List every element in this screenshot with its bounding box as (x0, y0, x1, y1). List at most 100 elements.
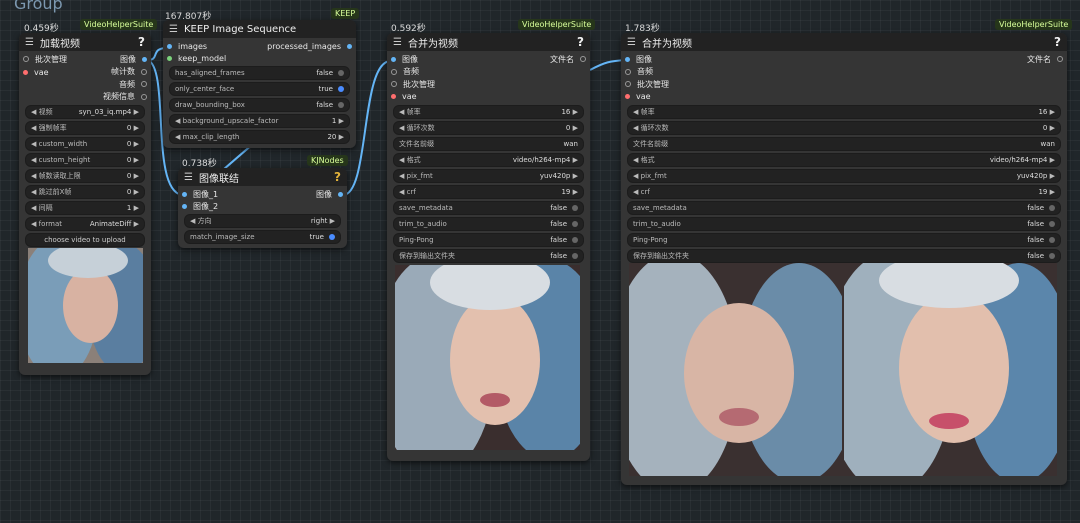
toggle-icon[interactable] (1049, 205, 1055, 211)
chevron-right-icon[interactable]: ▶ (1050, 172, 1055, 180)
input-slot-dot[interactable] (182, 204, 187, 210)
widget-crf[interactable]: ◀ crf 19 ▶ (627, 185, 1061, 199)
chevron-right-icon[interactable]: ▶ (134, 156, 139, 164)
output-slot-dot[interactable] (141, 93, 147, 100)
widget-loop-count[interactable]: ◀ 循环次数 0 ▶ (393, 121, 584, 135)
node-header[interactable]: ☰ 合并为视频 ? (621, 33, 1067, 51)
widget-ping-pong[interactable]: Ping-Pong false (627, 233, 1061, 247)
widget-filename-prefix[interactable]: 文件名前缀 wan (627, 137, 1061, 151)
widget-custom-height[interactable]: ◀ custom_height 0 ▶ (25, 153, 145, 167)
input-slot-dot[interactable] (625, 68, 631, 75)
input-slot-dot[interactable] (625, 94, 630, 100)
chevron-right-icon[interactable]: ▶ (573, 172, 578, 180)
chevron-left-icon[interactable]: ◀ (633, 124, 638, 132)
widget-save-output[interactable]: 保存到输出文件夹 false (627, 249, 1061, 263)
chevron-left-icon[interactable]: ◀ (175, 133, 180, 141)
node-keep-image-sequence[interactable]: ☰ KEEP Image Sequence images keep_model … (163, 20, 356, 148)
input-slot-dot[interactable] (182, 191, 187, 197)
widget-pix-fmt[interactable]: ◀ pix_fmt yuv420p ▶ (627, 169, 1061, 183)
chevron-left-icon[interactable]: ◀ (31, 140, 36, 148)
widget-save-metadata[interactable]: save_metadata false (393, 201, 584, 215)
widget-skip-first[interactable]: ◀ 跳过前X帧 0 ▶ (25, 185, 145, 199)
upload-button[interactable]: choose video to upload (25, 233, 145, 247)
chevron-left-icon[interactable]: ◀ (633, 108, 638, 116)
chevron-left-icon[interactable]: ◀ (399, 124, 404, 132)
chevron-left-icon[interactable]: ◀ (399, 188, 404, 196)
toggle-icon[interactable] (572, 205, 578, 211)
chevron-left-icon[interactable]: ◀ (31, 204, 36, 212)
widget-trim-to-audio[interactable]: trim_to_audio false (393, 217, 584, 231)
hamburger-icon[interactable]: ☰ (627, 37, 636, 48)
widget-filename-prefix[interactable]: 文件名前缀 wan (393, 137, 584, 151)
node-header[interactable]: ☰ 图像联结 ? (178, 168, 347, 186)
chevron-left-icon[interactable]: ◀ (31, 156, 36, 164)
input-slot-dot[interactable] (167, 43, 172, 49)
output-slot-dot[interactable] (142, 56, 147, 62)
chevron-right-icon[interactable]: ▶ (1050, 124, 1055, 132)
toggle-icon[interactable] (338, 86, 344, 92)
chevron-right-icon[interactable]: ▶ (134, 124, 139, 132)
hamburger-icon[interactable]: ☰ (184, 172, 193, 183)
toggle-icon[interactable] (338, 70, 344, 76)
widget-custom-width[interactable]: ◀ custom_width 0 ▶ (25, 137, 145, 151)
chevron-left-icon[interactable]: ◀ (31, 108, 36, 116)
chevron-left-icon[interactable]: ◀ (190, 217, 195, 225)
question-icon[interactable]: ? (334, 170, 341, 184)
chevron-left-icon[interactable]: ◀ (399, 172, 404, 180)
toggle-icon[interactable] (572, 253, 578, 259)
widget-force-rate[interactable]: ◀ 强制帧率 0 ▶ (25, 121, 145, 135)
widget-bg-upscale[interactable]: ◀ background_upscale_factor 1 ▶ (169, 114, 350, 128)
chevron-right-icon[interactable]: ▶ (134, 220, 139, 228)
input-slot-dot[interactable] (391, 94, 396, 100)
toggle-icon[interactable] (1049, 221, 1055, 227)
widget-video[interactable]: ◀ 视频 syn_03_iq.mp4 ▶ (25, 105, 145, 119)
chevron-left-icon[interactable]: ◀ (399, 108, 404, 116)
chevron-left-icon[interactable]: ◀ (633, 156, 638, 164)
toggle-icon[interactable] (329, 234, 335, 240)
widget-match-image-size[interactable]: match_image_size true (184, 230, 341, 244)
widget-save-metadata[interactable]: save_metadata false (627, 201, 1061, 215)
node-image-concat[interactable]: ☰ 图像联结 ? 图像_1 图像_2 图像 ◀ 方向 right ▶ match_… (178, 168, 347, 248)
input-slot-dot[interactable] (625, 56, 630, 62)
widget-frame-rate[interactable]: ◀ 帧率 16 ▶ (393, 105, 584, 119)
question-icon[interactable]: ? (577, 35, 584, 49)
chevron-left-icon[interactable]: ◀ (31, 188, 36, 196)
chevron-right-icon[interactable]: ▶ (573, 124, 578, 132)
chevron-right-icon[interactable]: ▶ (134, 188, 139, 196)
node-header[interactable]: ☰ KEEP Image Sequence (163, 20, 356, 38)
chevron-right-icon[interactable]: ▶ (1050, 108, 1055, 116)
chevron-left-icon[interactable]: ◀ (633, 188, 638, 196)
toggle-icon[interactable] (572, 237, 578, 243)
chevron-right-icon[interactable]: ▶ (134, 204, 139, 212)
hamburger-icon[interactable]: ☰ (169, 24, 178, 35)
input-slot-dot[interactable] (167, 56, 172, 62)
chevron-right-icon[interactable]: ▶ (573, 156, 578, 164)
chevron-right-icon[interactable]: ▶ (573, 108, 578, 116)
input-slot-dot[interactable] (391, 68, 397, 75)
output-slot-dot[interactable] (1057, 56, 1063, 63)
input-slot-dot[interactable] (23, 56, 29, 63)
chevron-right-icon[interactable]: ▶ (330, 217, 335, 225)
chevron-left-icon[interactable]: ◀ (31, 220, 36, 228)
widget-format[interactable]: ◀ 格式 video/h264-mp4 ▶ (393, 153, 584, 167)
chevron-left-icon[interactable]: ◀ (31, 172, 36, 180)
chevron-right-icon[interactable]: ▶ (573, 188, 578, 196)
widget-only-center-face[interactable]: only_center_face true (169, 82, 350, 96)
chevron-left-icon[interactable]: ◀ (175, 117, 180, 125)
output-slot-dot[interactable] (141, 81, 147, 88)
toggle-icon[interactable] (1049, 253, 1055, 259)
widget-crf[interactable]: ◀ crf 19 ▶ (393, 185, 584, 199)
widget-pix-fmt[interactable]: ◀ pix_fmt yuv420p ▶ (393, 169, 584, 183)
toggle-icon[interactable] (338, 102, 344, 108)
input-slot-dot[interactable] (23, 69, 28, 75)
group-title[interactable]: Group (14, 0, 63, 13)
input-slot-dot[interactable] (625, 81, 631, 88)
toggle-icon[interactable] (572, 221, 578, 227)
widget-interval[interactable]: ◀ 间隔 1 ▶ (25, 201, 145, 215)
chevron-left-icon[interactable]: ◀ (31, 124, 36, 132)
chevron-right-icon[interactable]: ▶ (134, 140, 139, 148)
output-slot-dot[interactable] (141, 68, 147, 75)
output-slot-dot[interactable] (580, 56, 586, 63)
chevron-left-icon[interactable]: ◀ (633, 172, 638, 180)
chevron-right-icon[interactable]: ▶ (339, 133, 344, 141)
